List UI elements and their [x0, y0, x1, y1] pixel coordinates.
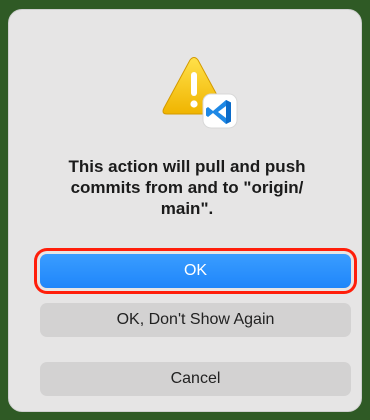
dialog-message: This action will pull and push commits f…: [68, 157, 306, 218]
ok-button[interactable]: OK: [40, 254, 351, 288]
alert-dialog: This action will pull and push commits f…: [8, 9, 362, 412]
ok-dont-show-again-button[interactable]: OK, Don't Show Again: [40, 303, 351, 337]
dialog-icon: [155, 56, 241, 132]
vscode-app-icon: [202, 93, 238, 129]
cancel-button[interactable]: Cancel: [40, 362, 351, 396]
warning-triangle-icon: [162, 57, 238, 129]
